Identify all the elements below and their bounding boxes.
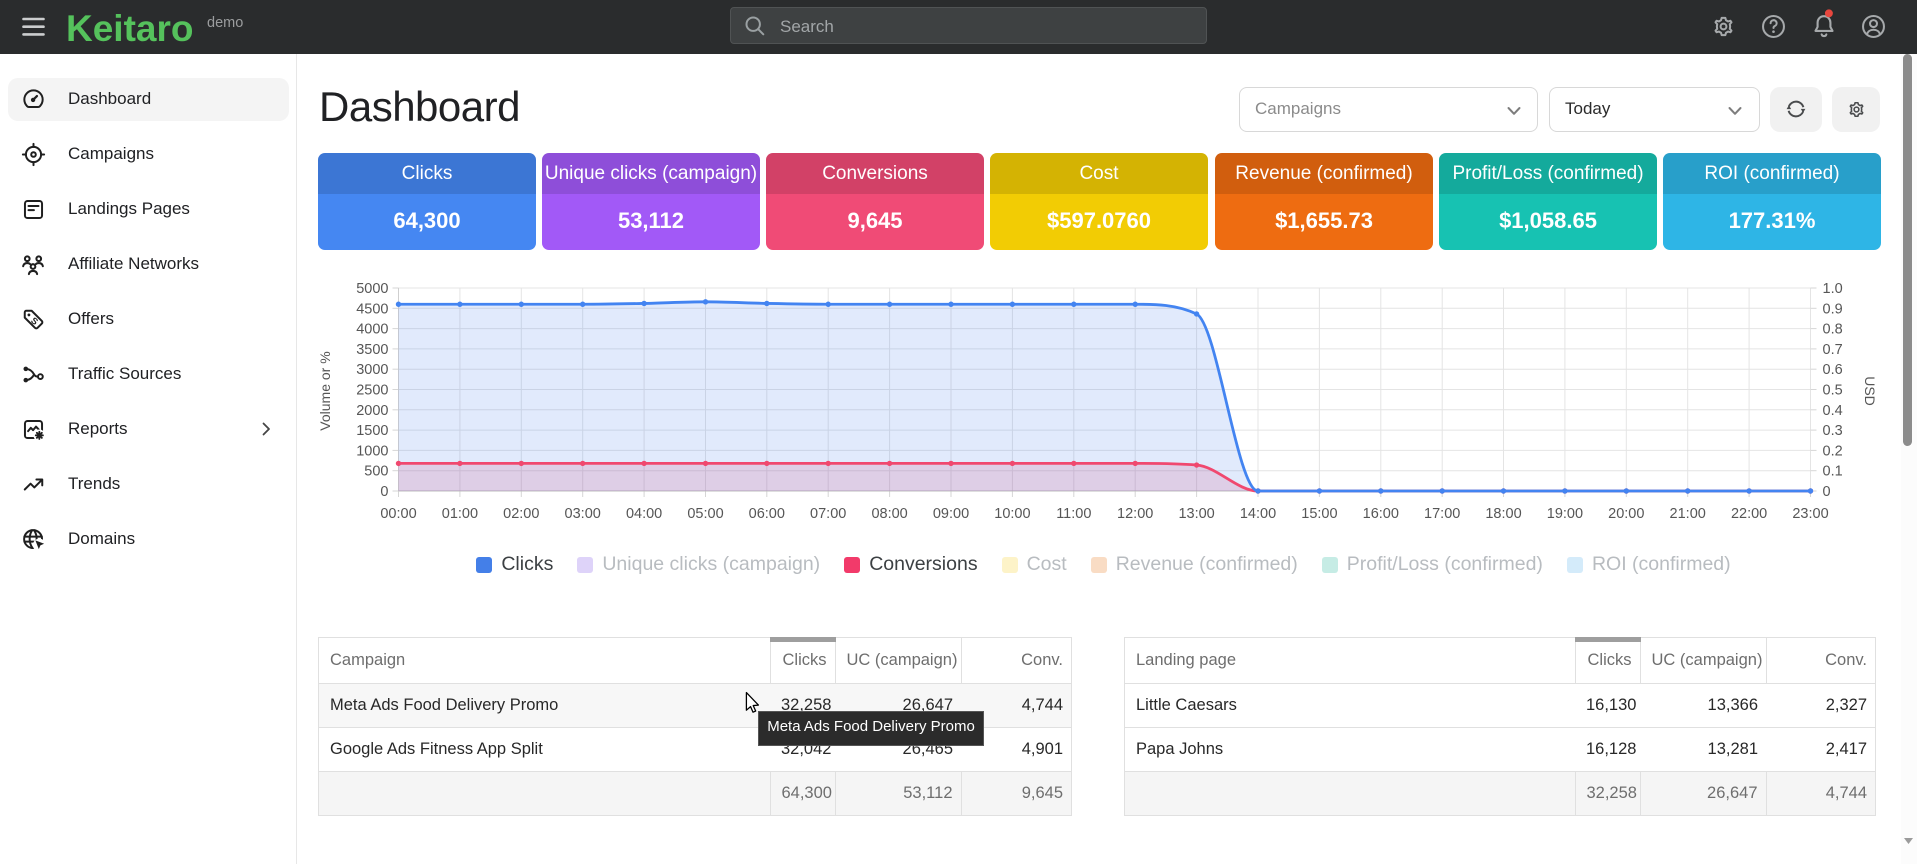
svg-text:16:00: 16:00 — [1363, 506, 1399, 522]
svg-text:05:00: 05:00 — [687, 506, 723, 522]
svg-text:01:00: 01:00 — [442, 506, 478, 522]
svg-text:1500: 1500 — [356, 423, 388, 439]
svg-text:04:00: 04:00 — [626, 506, 662, 522]
svg-text:0.6: 0.6 — [1823, 362, 1843, 378]
svg-text:00:00: 00:00 — [380, 506, 416, 522]
svg-text:3500: 3500 — [356, 342, 388, 358]
svg-text:500: 500 — [364, 464, 388, 480]
svg-text:0.2: 0.2 — [1823, 443, 1843, 459]
svg-text:23:00: 23:00 — [1792, 506, 1828, 522]
svg-text:0.1: 0.1 — [1823, 464, 1843, 480]
svg-text:Volume or %: Volume or % — [318, 351, 333, 430]
svg-text:0.3: 0.3 — [1823, 423, 1843, 439]
svg-text:0: 0 — [1823, 484, 1831, 500]
svg-text:14:00: 14:00 — [1240, 506, 1276, 522]
svg-text:0.9: 0.9 — [1823, 301, 1843, 317]
svg-text:4500: 4500 — [356, 301, 388, 317]
svg-text:18:00: 18:00 — [1485, 506, 1521, 522]
svg-text:15:00: 15:00 — [1301, 506, 1337, 522]
svg-text:0: 0 — [380, 484, 388, 500]
svg-text:2500: 2500 — [356, 383, 388, 399]
svg-text:1.0: 1.0 — [1823, 281, 1843, 297]
svg-text:1000: 1000 — [356, 443, 388, 459]
svg-text:0.8: 0.8 — [1823, 322, 1843, 338]
svg-text:4000: 4000 — [356, 322, 388, 338]
svg-text:0.5: 0.5 — [1823, 383, 1843, 399]
svg-text:12:00: 12:00 — [1117, 506, 1153, 522]
svg-text:11:00: 11:00 — [1056, 506, 1091, 522]
svg-text:21:00: 21:00 — [1670, 506, 1706, 522]
svg-text:20:00: 20:00 — [1608, 506, 1644, 522]
svg-text:0.7: 0.7 — [1823, 342, 1843, 358]
svg-text:09:00: 09:00 — [933, 506, 969, 522]
svg-text:0.4: 0.4 — [1823, 403, 1843, 419]
svg-text:07:00: 07:00 — [810, 506, 846, 522]
svg-text:3000: 3000 — [356, 362, 388, 378]
svg-text:10:00: 10:00 — [994, 506, 1030, 522]
svg-text:19:00: 19:00 — [1547, 506, 1583, 522]
svg-text:06:00: 06:00 — [749, 506, 785, 522]
svg-text:03:00: 03:00 — [565, 506, 601, 522]
svg-text:5000: 5000 — [356, 281, 388, 297]
svg-text:02:00: 02:00 — [503, 506, 539, 522]
svg-text:22:00: 22:00 — [1731, 506, 1767, 522]
svg-text:USD: USD — [1862, 376, 1878, 406]
svg-text:17:00: 17:00 — [1424, 506, 1460, 522]
svg-text:2000: 2000 — [356, 403, 388, 419]
svg-text:08:00: 08:00 — [871, 506, 907, 522]
svg-text:13:00: 13:00 — [1178, 506, 1214, 522]
svg-text:S: S — [29, 315, 40, 327]
